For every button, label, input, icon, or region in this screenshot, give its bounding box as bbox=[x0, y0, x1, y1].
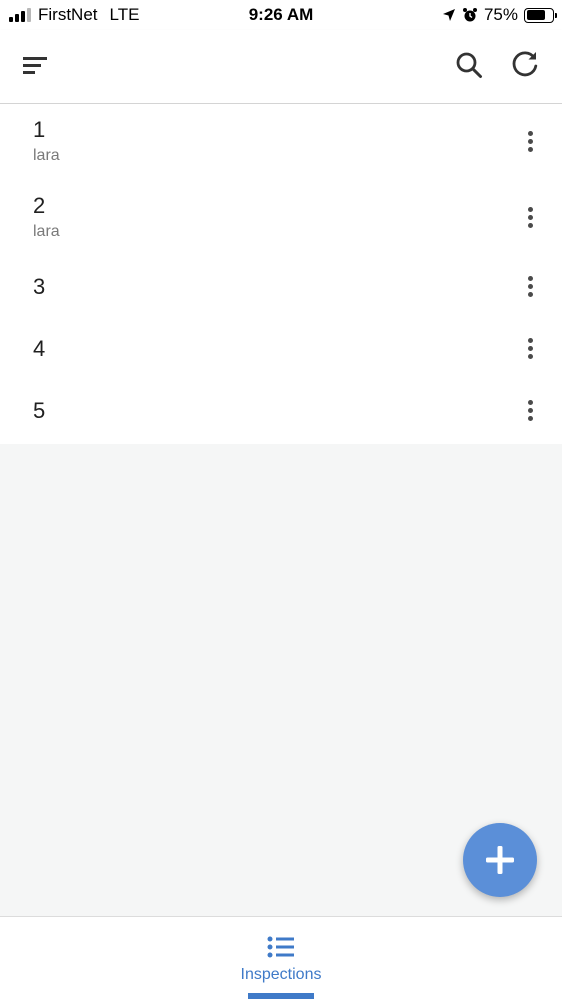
sort-menu-button[interactable] bbox=[13, 43, 57, 87]
item-title: 1 bbox=[33, 117, 46, 142]
inspection-list: 1 lara 2 lara 3 4 5 bbox=[0, 104, 562, 444]
carrier-name: FirstNet bbox=[38, 5, 98, 24]
item-title: 3 bbox=[33, 274, 46, 299]
app-bar bbox=[0, 30, 562, 104]
list-item[interactable]: 1 lara bbox=[0, 104, 562, 180]
alarm-clock-icon bbox=[462, 8, 477, 22]
status-right: 75% bbox=[442, 5, 557, 25]
status-bar: FirstNet LTE 9:26 AM 75% bbox=[0, 0, 562, 30]
more-options-icon[interactable] bbox=[515, 202, 545, 232]
plus-icon bbox=[486, 846, 514, 874]
more-options-icon[interactable] bbox=[515, 395, 545, 425]
battery-percent: 75% bbox=[483, 5, 518, 24]
active-tab-indicator bbox=[248, 993, 314, 999]
item-title: 5 bbox=[33, 398, 46, 423]
signal-icon bbox=[9, 8, 31, 22]
list-item[interactable]: 4 bbox=[0, 318, 562, 380]
battery-icon bbox=[524, 7, 557, 23]
search-button[interactable] bbox=[447, 43, 491, 87]
refresh-button[interactable] bbox=[503, 42, 547, 86]
more-options-icon[interactable] bbox=[515, 271, 545, 301]
add-inspection-button[interactable] bbox=[463, 823, 537, 897]
tab-inspections[interactable]: Inspections bbox=[221, 917, 341, 999]
bottom-navigation: Inspections bbox=[0, 916, 562, 999]
item-title: 2 bbox=[33, 193, 46, 218]
list-item[interactable]: 5 bbox=[0, 380, 562, 444]
sort-menu-icon bbox=[23, 57, 47, 74]
item-title: 4 bbox=[33, 336, 46, 361]
search-icon bbox=[456, 52, 482, 78]
list-item[interactable]: 2 lara bbox=[0, 180, 562, 256]
location-arrow-icon bbox=[442, 9, 455, 21]
status-left: FirstNet LTE bbox=[9, 5, 139, 25]
item-subtitle: lara bbox=[33, 147, 60, 164]
network-type: LTE bbox=[109, 5, 140, 24]
list-icon bbox=[267, 936, 294, 958]
tab-label: Inspections bbox=[240, 966, 322, 983]
battery-fill bbox=[526, 10, 546, 20]
list-item[interactable]: 3 bbox=[0, 256, 562, 318]
refresh-icon bbox=[512, 51, 538, 77]
more-options-icon[interactable] bbox=[515, 126, 545, 156]
item-subtitle: lara bbox=[33, 223, 60, 240]
more-options-icon[interactable] bbox=[515, 333, 545, 363]
